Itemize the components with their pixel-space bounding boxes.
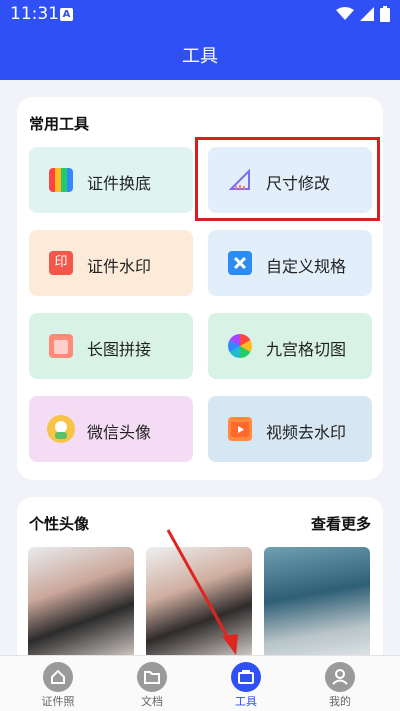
- page-title: 工具: [182, 46, 218, 67]
- user-icon: [325, 662, 355, 692]
- view-more-link[interactable]: 查看更多: [311, 513, 371, 534]
- splice-icon: [49, 334, 73, 358]
- stamp-icon: 印: [49, 251, 73, 275]
- tab-label: 证件照: [41, 695, 75, 708]
- tool-label: 视频去水印: [266, 423, 347, 442]
- tab-profile[interactable]: 我的: [290, 656, 390, 711]
- video-icon: [228, 417, 252, 441]
- avatar-card: 个性头像 查看更多: [17, 497, 383, 667]
- color-grid-icon: [49, 168, 73, 192]
- tool-long-image[interactable]: 长图拼接: [29, 313, 193, 379]
- tool-label: 长图拼接: [87, 340, 152, 359]
- app-bar: 工具: [0, 30, 400, 80]
- toolbox-icon: [231, 662, 261, 692]
- folder-icon: [137, 662, 167, 692]
- tool-nine-grid[interactable]: 九宫格切图: [208, 313, 372, 379]
- status-bar: 11:31 A: [0, 0, 400, 30]
- tool-id-background[interactable]: 证件换底: [29, 147, 193, 213]
- tab-id-photo[interactable]: 证件照: [8, 656, 108, 711]
- custom-x-icon: [228, 251, 252, 275]
- tab-label: 我的: [329, 695, 351, 708]
- tab-documents[interactable]: 文档: [102, 656, 202, 711]
- highlight-box: [195, 137, 380, 221]
- wechat-avatar-icon: [47, 415, 75, 443]
- wifi-icon: [336, 7, 354, 20]
- system-icons: [336, 6, 390, 22]
- tool-custom-spec[interactable]: 自定义规格: [208, 230, 372, 296]
- bottom-tab-bar: 证件照 文档 工具 我的: [0, 655, 400, 711]
- tool-label: 自定义规格: [266, 257, 347, 276]
- notification-a-icon: A: [60, 8, 73, 21]
- tools-section-title: 常用工具: [29, 115, 90, 133]
- status-time: 11:31: [10, 4, 59, 24]
- avatar-image[interactable]: [146, 547, 252, 667]
- tab-tools[interactable]: 工具: [196, 656, 296, 711]
- home-icon: [43, 662, 73, 692]
- tool-label: 证件换底: [87, 174, 152, 193]
- tool-id-watermark[interactable]: 印 证件水印: [29, 230, 193, 296]
- avatar-image[interactable]: [264, 547, 370, 667]
- avatar-image[interactable]: [28, 547, 134, 667]
- tool-label: 微信头像: [87, 423, 152, 442]
- tool-video-watermark[interactable]: 视频去水印: [208, 396, 372, 462]
- avatar-section-title: 个性头像: [29, 515, 90, 533]
- battery-icon: [380, 6, 390, 22]
- aperture-icon: [228, 334, 252, 358]
- signal-icon: [360, 7, 374, 21]
- tab-label: 文档: [141, 695, 163, 708]
- tool-wechat-avatar[interactable]: 微信头像: [29, 396, 193, 462]
- tool-label: 九宫格切图: [266, 340, 347, 359]
- tab-label: 工具: [235, 695, 257, 708]
- tool-label: 证件水印: [87, 257, 152, 276]
